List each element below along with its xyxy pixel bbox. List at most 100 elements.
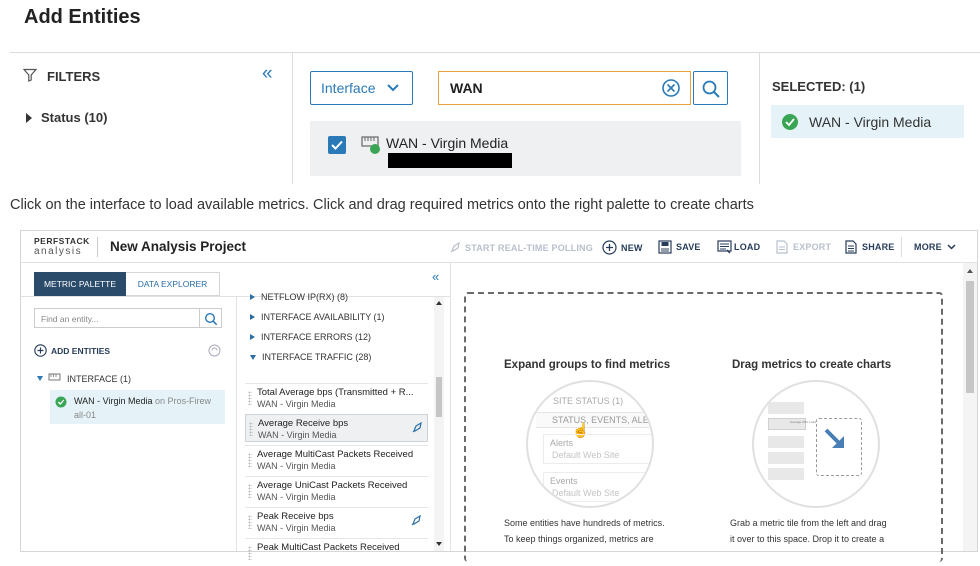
more-label: MORE [914,242,942,252]
result-checkbox[interactable] [328,136,346,154]
interface-group-node[interactable]: INTERFACE (1) [37,373,131,384]
drag-handle-icon[interactable] [248,453,252,467]
metric-group-label: INTERFACE TRAFFIC (28) [262,352,372,362]
add-entities-button[interactable]: ADD ENTITIES [34,344,110,357]
metric-tile[interactable]: Average MultiCast Packets Received WAN - … [245,445,428,473]
ghost-tile [768,402,804,414]
load-icon [717,240,732,254]
more-menu-button[interactable]: MORE [914,242,956,252]
collapse-palette-button[interactable]: « [432,269,439,284]
selected-item[interactable]: WAN - Virgin Media [771,105,964,138]
find-entity-button[interactable] [200,308,222,328]
metric-tile[interactable]: Average UniCast Packets Received WAN - Vi… [245,476,428,504]
load-button[interactable]: LOAD [717,240,760,254]
selected-header: SELECTED: (1) [772,79,866,94]
save-icon [658,240,672,254]
save-button[interactable]: SAVE [658,240,701,254]
drag-arrow-icon [824,428,844,448]
scroll-thumb[interactable] [966,281,974,393]
placeholder-left-text-2: To keep things organized, metrics are [504,534,654,544]
caret-right-icon [26,112,32,123]
metric-entity: WAN - Virgin Media [257,399,336,409]
caret-down-icon [250,354,256,360]
metrics-scrollbar[interactable] [434,297,444,551]
logo-analysis: analysis [34,246,83,257]
caret-down-icon [37,376,43,381]
status-filter-label: Status (10) [41,110,108,125]
refresh-icon[interactable] [208,344,221,357]
start-polling-button[interactable]: START REAL-TIME POLLING [449,242,593,254]
caret-right-icon [250,314,255,320]
metric-group-item[interactable]: NETFLOW IP(RX) (8) [250,292,348,302]
drag-handle-icon[interactable] [248,391,252,405]
drag-handle-icon[interactable] [248,515,252,529]
project-title[interactable]: New Analysis Project [110,239,246,254]
entity-host-wrap: all-01 [74,410,97,420]
metric-group-item[interactable]: INTERFACE AVAILABILITY (1) [250,312,385,322]
search-column: Interface WAN WAN - Virgin Media [293,53,759,184]
search-icon [204,312,218,326]
selected-item-label: WAN - Virgin Media [809,113,932,130]
drag-handle-icon[interactable] [248,546,252,560]
canvas-scrollbar[interactable] [963,263,977,551]
find-entity-input[interactable]: Find an entity... [34,308,200,328]
scroll-down-icon[interactable] [436,542,442,546]
metric-tile[interactable]: Peak MultiCast Packets Received [245,538,428,566]
metric-name: Average UniCast Packets Received [257,480,408,491]
metric-entity: WAN - Virgin Media [257,492,336,502]
scroll-thumb[interactable] [436,377,442,417]
placeholder-right-text-2: it over to this space. Drop it to create… [730,534,885,544]
metric-palette-panel: METRIC PALETTE DATA EXPLORER « Find an e… [21,263,451,560]
metric-tile[interactable]: Peak Receive bps WAN - Virgin Media [245,507,428,535]
entity-type-value: Interface [321,80,376,96]
metric-group-item[interactable]: INTERFACE TRAFFIC (28) [250,352,371,362]
instruction-caption: Click on the interface to load available… [10,197,754,213]
metric-group-label: INTERFACE AVAILABILITY (1) [261,312,385,322]
entity-name: WAN - Virgin Media [74,396,153,406]
metric-tile[interactable]: Total Average bps (Transmitted + R... WAN… [245,383,428,411]
drag-handle-icon[interactable] [249,422,253,436]
status-filter-group[interactable]: Status (10) [26,110,107,125]
search-button[interactable] [693,71,728,105]
drag-illustration: Average CPU Load [752,380,880,508]
metric-entity: WAN - Virgin Media [258,430,337,440]
clear-search-icon[interactable] [661,78,681,98]
plus-circle-icon [602,240,617,255]
share-button[interactable]: SHARE [844,240,895,254]
entity-wan-virgin-media[interactable]: WAN - Virgin Media on Pros-Firew all-01 [50,390,225,424]
scroll-up-icon[interactable] [967,269,973,273]
placeholder-left-text-1: Some entities have hundreds of metrics. [504,518,665,528]
entity-type-select[interactable]: Interface [310,71,413,105]
ghost-tile-label: Average CPU Load [790,420,816,424]
groups-illustration: SITE STATUS (1) STATUS, EVENTS, ALE ☝ Al… [526,380,654,508]
export-icon [776,240,788,254]
ghost-alerts: Alerts [550,438,574,448]
metric-entity: WAN - Virgin Media [257,523,336,533]
metric-tile[interactable]: Average Receive bps WAN - Virgin Media [245,414,428,442]
entity-label: WAN - Virgin Media on Pros-Firew [74,396,211,406]
interface-group-label: INTERFACE (1) [67,373,132,384]
export-button[interactable]: EXPORT [775,240,831,254]
chart-drop-zone[interactable]: Expand groups to find metrics Drag metri… [464,292,943,562]
ghost-events: Events [550,476,578,486]
export-label: EXPORT [793,242,832,252]
caret-right-icon [250,294,255,300]
tab-data-explorer[interactable]: DATA EXPLORER [126,272,220,296]
chevron-down-icon [387,84,400,92]
metric-group-item[interactable]: INTERFACE ERRORS (12) [250,332,371,342]
plus-circle-icon [34,344,47,357]
perfstack-window: PERFSTACK analysis New Analysis Project … [20,230,978,562]
collapse-filters-button[interactable]: « [262,63,273,85]
drag-handle-icon[interactable] [248,484,252,498]
ghost-events-site: Default Web Site [552,488,620,498]
metric-group-label: NETFLOW IP(RX) (8) [261,292,348,302]
metric-group-label: INTERFACE ERRORS (12) [261,332,372,342]
tab-metric-palette[interactable]: METRIC PALETTE [34,272,126,296]
chevron-down-icon [947,244,956,250]
metric-name: Average MultiCast Packets Received [257,449,414,460]
search-input[interactable]: WAN [438,71,691,105]
realtime-icon [412,422,422,433]
scroll-up-icon[interactable] [436,301,442,305]
search-result-row[interactable]: WAN - Virgin Media [310,121,741,176]
new-button[interactable]: NEW [602,240,643,255]
